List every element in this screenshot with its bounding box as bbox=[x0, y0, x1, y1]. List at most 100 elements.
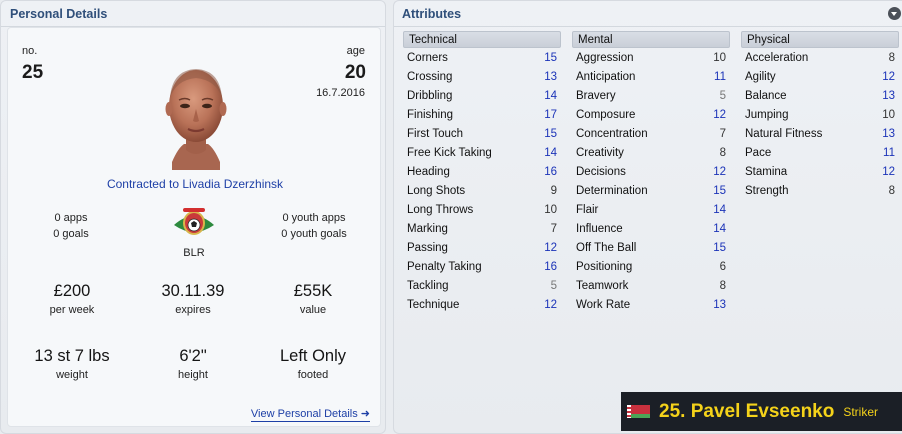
mental-column: Mental Aggression 10 Anticipation 11 Bravery… bbox=[572, 31, 730, 314]
attribute-row[interactable]: Heading 16 bbox=[403, 162, 561, 181]
attribute-row[interactable]: Marking 7 bbox=[403, 219, 561, 238]
attribute-row[interactable]: Bravery 5 bbox=[572, 86, 730, 105]
attribute-row[interactable]: Penalty Taking 16 bbox=[403, 257, 561, 276]
attribute-row[interactable]: First Touch 15 bbox=[403, 124, 561, 143]
age-label: age bbox=[346, 45, 365, 57]
attribute-row[interactable]: Determination 15 bbox=[572, 181, 730, 200]
height-value: 6'2" bbox=[179, 347, 207, 365]
attribute-row[interactable]: Creativity 8 bbox=[572, 143, 730, 162]
apps-count: 0 apps bbox=[54, 212, 88, 224]
attribute-value: 14 bbox=[713, 203, 726, 216]
attribute-value: 8 bbox=[719, 146, 726, 159]
attribute-row[interactable]: Positioning 6 bbox=[572, 257, 730, 276]
attribute-label: Creativity bbox=[576, 146, 624, 159]
attribute-value: 13 bbox=[882, 127, 895, 140]
attribute-row[interactable]: Tackling 5 bbox=[403, 276, 561, 295]
attribute-label: Decisions bbox=[576, 165, 626, 178]
attribute-row[interactable]: Free Kick Taking 14 bbox=[403, 143, 561, 162]
attribute-value: 11 bbox=[883, 146, 895, 159]
personal-details-title: Personal Details bbox=[10, 7, 108, 21]
attribute-value: 5 bbox=[719, 89, 726, 102]
attribute-label: Tackling bbox=[407, 279, 449, 292]
attribute-row[interactable]: Pace 11 bbox=[741, 143, 899, 162]
player-name: 25. Pavel Evseenko bbox=[659, 400, 835, 422]
attribute-row[interactable]: Acceleration 8 bbox=[741, 48, 899, 67]
attribute-label: Bravery bbox=[576, 89, 616, 102]
attribute-row[interactable]: Agility 12 bbox=[741, 67, 899, 86]
contract-club-link[interactable]: Contracted to Livadia Dzerzhinsk bbox=[8, 177, 382, 191]
attribute-value: 10 bbox=[713, 51, 726, 64]
attribute-row[interactable]: Aggression 10 bbox=[572, 48, 730, 67]
physical-column: Physical Acceleration 8 Agility 12 Balance 13… bbox=[741, 31, 899, 200]
attribute-value: 7 bbox=[550, 222, 557, 235]
attribute-row[interactable]: Influence 14 bbox=[572, 219, 730, 238]
attribute-row[interactable]: Balance 13 bbox=[741, 86, 899, 105]
attribute-row[interactable]: Technique 12 bbox=[403, 295, 561, 314]
squad-number: 25 bbox=[22, 62, 44, 83]
attribute-value: 5 bbox=[550, 279, 557, 292]
attribute-value: 12 bbox=[544, 298, 557, 311]
contract-expiry-label: expires bbox=[175, 304, 211, 316]
youth-goals-count: 0 youth goals bbox=[281, 228, 347, 240]
attribute-row[interactable]: Teamwork 8 bbox=[572, 276, 730, 295]
chevron-down-icon[interactable] bbox=[888, 7, 901, 20]
goals-count: 0 goals bbox=[53, 228, 89, 240]
personal-details-card: no. 25 age 20 16.7.2016 Contracted to Li… bbox=[7, 27, 381, 427]
attribute-row[interactable]: Off The Ball 15 bbox=[572, 238, 730, 257]
wage-value: £200 bbox=[53, 282, 91, 300]
view-personal-details-link[interactable]: View Personal Details ➜ bbox=[250, 407, 370, 422]
attribute-label: Influence bbox=[576, 222, 623, 235]
attribute-label: Natural Fitness bbox=[745, 127, 823, 140]
attributes-title: Attributes bbox=[402, 7, 462, 21]
attribute-row[interactable]: Flair 14 bbox=[572, 200, 730, 219]
attribute-label: Finishing bbox=[407, 108, 454, 121]
attribute-value: 8 bbox=[719, 279, 726, 292]
attribute-row[interactable]: Stamina 12 bbox=[741, 162, 899, 181]
title-divider bbox=[394, 26, 902, 27]
weight-label: weight bbox=[56, 369, 88, 381]
attribute-value: 14 bbox=[713, 222, 726, 235]
attribute-row[interactable]: Work Rate 13 bbox=[572, 295, 730, 314]
attribute-label: Jumping bbox=[745, 108, 789, 121]
attribute-label: Determination bbox=[576, 184, 648, 197]
age-value: 20 bbox=[344, 62, 366, 83]
attribute-row[interactable]: Passing 12 bbox=[403, 238, 561, 257]
attribute-row[interactable]: Concentration 7 bbox=[572, 124, 730, 143]
attribute-row[interactable]: Crossing 13 bbox=[403, 67, 561, 86]
attribute-value: 14 bbox=[544, 146, 557, 159]
attribute-row[interactable]: Decisions 12 bbox=[572, 162, 730, 181]
attribute-label: Dribbling bbox=[407, 89, 453, 102]
attribute-row[interactable]: Strength 8 bbox=[741, 181, 899, 200]
preferred-foot-label: footed bbox=[297, 369, 329, 381]
football-federation-badge-icon bbox=[174, 208, 214, 235]
attribute-label: Off The Ball bbox=[576, 241, 637, 254]
attribute-row[interactable]: Anticipation 11 bbox=[572, 67, 730, 86]
player-face-image bbox=[165, 69, 227, 170]
attribute-value: 6 bbox=[719, 260, 726, 273]
attribute-label: Long Throws bbox=[407, 203, 474, 216]
attribute-label: Technique bbox=[407, 298, 460, 311]
attribute-label: Flair bbox=[576, 203, 599, 216]
attribute-row[interactable]: Long Shots 9 bbox=[403, 181, 561, 200]
attribute-row[interactable]: Jumping 10 bbox=[741, 105, 899, 124]
attribute-label: Marking bbox=[407, 222, 448, 235]
attribute-label: Corners bbox=[407, 51, 448, 64]
attribute-value: 17 bbox=[544, 108, 557, 121]
attribute-value: 15 bbox=[713, 184, 726, 197]
attribute-value: 13 bbox=[713, 298, 726, 311]
attribute-label: Pace bbox=[745, 146, 772, 159]
attribute-row[interactable]: Long Throws 10 bbox=[403, 200, 561, 219]
attribute-row[interactable]: Composure 12 bbox=[572, 105, 730, 124]
attribute-value: 8 bbox=[888, 51, 895, 64]
attribute-row[interactable]: Dribbling 14 bbox=[403, 86, 561, 105]
attribute-label: Free Kick Taking bbox=[407, 146, 492, 159]
attribute-value: 16 bbox=[544, 165, 557, 178]
player-value: £55K bbox=[293, 282, 333, 300]
attribute-row[interactable]: Finishing 17 bbox=[403, 105, 561, 124]
personal-details-panel: Personal Details no. 25 age 20 16.7.2016 bbox=[0, 0, 386, 434]
attribute-label: Penalty Taking bbox=[407, 260, 482, 273]
attribute-row[interactable]: Natural Fitness 13 bbox=[741, 124, 899, 143]
attribute-row[interactable]: Corners 15 bbox=[403, 48, 561, 67]
player-name-bar: 25. Pavel Evseenko Striker bbox=[621, 392, 902, 431]
attribute-label: Crossing bbox=[407, 70, 453, 83]
